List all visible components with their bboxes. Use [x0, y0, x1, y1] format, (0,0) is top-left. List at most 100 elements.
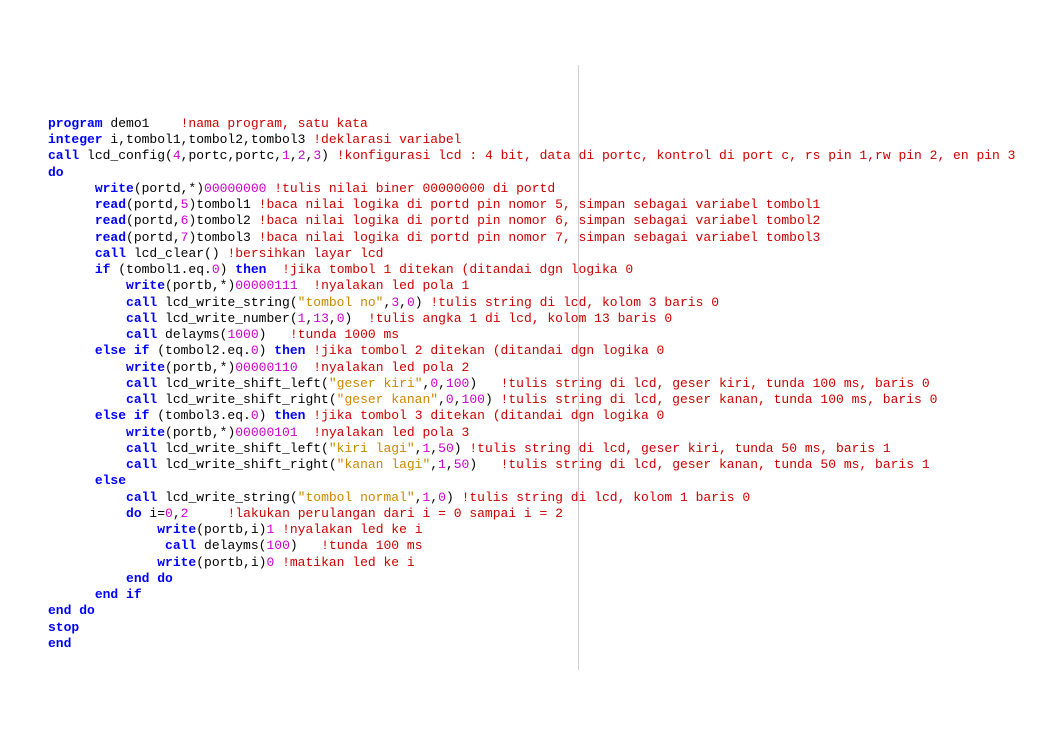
token-kw: write [126, 425, 165, 440]
token-kw: call [126, 392, 157, 407]
token-kw: read [95, 197, 126, 212]
token-id: (portb,*) [165, 360, 235, 375]
code-line[interactable]: call lcd_write_shift_left("kiri lagi",1,… [48, 441, 1059, 457]
code-line[interactable]: read(portd,7)tombol3 !baca nilai logika … [48, 230, 1059, 246]
code-line[interactable]: call delayms(1000) !tunda 1000 ms [48, 327, 1059, 343]
token-id: , [438, 376, 446, 391]
token-cm: !baca nilai logika di portd pin nomor 5,… [259, 197, 821, 212]
token-nm: 50 [438, 441, 454, 456]
token-id: delayms( [157, 327, 227, 342]
token-kw: integer [48, 132, 103, 147]
token-id: delayms( [196, 538, 266, 553]
token-cm: !tunda 1000 ms [290, 327, 399, 342]
code-line[interactable]: integer i,tombol1,tombol2,tombol3 !dekla… [48, 132, 1059, 148]
token-cm: !deklarasi variabel [313, 132, 461, 147]
token-kw: call [126, 376, 157, 391]
token-id: , [438, 392, 446, 407]
token-kw: call [126, 441, 157, 456]
code-line[interactable]: end [48, 636, 1059, 652]
token-id: lcd_config( [79, 148, 173, 163]
token-cm: !konfigurasi lcd : 4 bit, data di portc,… [337, 148, 1016, 163]
code-editor[interactable]: program demo1 !nama program, satu katain… [0, 65, 1059, 670]
token-kw: call [165, 538, 196, 553]
code-line[interactable]: end if [48, 587, 1059, 603]
code-line[interactable]: call lcd_write_string("tombol normal",1,… [48, 490, 1059, 506]
code-body: program demo1 !nama program, satu katain… [48, 116, 1059, 652]
code-line[interactable]: call delayms(100) !tunda 100 ms [48, 538, 1059, 554]
code-line[interactable]: call lcd_config(4,portc,portc,1,2,3) !ko… [48, 148, 1059, 164]
code-line[interactable]: write(portb,*)00000101 !nyalakan led pol… [48, 425, 1059, 441]
code-line[interactable]: else if (tombol2.eq.0) then !jika tombol… [48, 343, 1059, 359]
token-nm: 1000 [227, 327, 258, 342]
token-cm: !tulis string di lcd, kolom 1 baris 0 [462, 490, 751, 505]
token-id: , [430, 490, 438, 505]
token-id: ) [259, 343, 275, 358]
token-id [188, 506, 227, 521]
code-line[interactable]: program demo1 !nama program, satu kata [48, 116, 1059, 132]
token-id: i= [142, 506, 165, 521]
token-id: (portd, [126, 213, 181, 228]
code-line[interactable]: write(portb,i)1 !nyalakan led ke i [48, 522, 1059, 538]
token-cm: !jika tombol 2 ditekan (ditandai dgn log… [313, 343, 664, 358]
token-nm: 0 [251, 343, 259, 358]
token-nm: 00000000 [204, 181, 266, 196]
token-nm: 0 [438, 490, 446, 505]
token-kw: read [95, 213, 126, 228]
code-line[interactable]: do i=0,2 !lakukan perulangan dari i = 0 … [48, 506, 1059, 522]
token-cm: !jika tombol 1 ditekan (ditandai dgn log… [282, 262, 633, 277]
token-kw: else if [95, 408, 150, 423]
token-nm: 0 [251, 408, 259, 423]
code-line[interactable]: call lcd_write_shift_right("kanan lagi",… [48, 457, 1059, 473]
code-line[interactable]: write(portb,*)00000110 !nyalakan led pol… [48, 360, 1059, 376]
token-nm: 100 [446, 376, 469, 391]
code-line[interactable]: stop [48, 620, 1059, 636]
code-line[interactable]: write(portb,i)0 !matikan led ke i [48, 555, 1059, 571]
token-id: , [454, 392, 462, 407]
code-line[interactable]: do [48, 165, 1059, 181]
token-kw: call [126, 457, 157, 472]
code-line[interactable]: end do [48, 603, 1059, 619]
token-kw: call [126, 490, 157, 505]
token-st: "geser kiri" [329, 376, 423, 391]
token-id: ) [469, 457, 500, 472]
token-kw: call [48, 148, 79, 163]
token-id: , [329, 311, 337, 326]
code-line[interactable]: call lcd_write_shift_left("geser kiri",0… [48, 376, 1059, 392]
code-line[interactable]: write(portb,*)00000111 !nyalakan led pol… [48, 278, 1059, 294]
token-id [298, 425, 314, 440]
token-id: (portb,*) [165, 425, 235, 440]
token-id: ) [415, 295, 431, 310]
token-id: ) [321, 148, 337, 163]
token-id: ) [485, 392, 501, 407]
token-kw: stop [48, 620, 79, 635]
token-kw: write [95, 181, 134, 196]
code-line[interactable]: end do [48, 571, 1059, 587]
code-line[interactable]: call lcd_write_number(1,13,0) !tulis ang… [48, 311, 1059, 327]
token-cm: !baca nilai logika di portd pin nomor 6,… [259, 213, 821, 228]
token-kw: then [274, 343, 305, 358]
token-id: lcd_write_shift_left( [157, 441, 329, 456]
token-id: )tombol1 [188, 197, 258, 212]
token-nm: 13 [313, 311, 329, 326]
code-line[interactable]: call lcd_write_shift_right("geser kanan"… [48, 392, 1059, 408]
code-line[interactable]: if (tombol1.eq.0) then !jika tombol 1 di… [48, 262, 1059, 278]
code-line[interactable]: call lcd_clear() !bersihkan layar lcd [48, 246, 1059, 262]
code-line[interactable]: call lcd_write_string("tombol no",3,0) !… [48, 295, 1059, 311]
token-nm: 00000111 [235, 278, 297, 293]
token-cm: !tulis nilai biner 00000000 di portd [274, 181, 555, 196]
token-nm: 00000101 [235, 425, 297, 440]
token-cm: !bersihkan layar lcd [227, 246, 383, 261]
token-id: ) [469, 376, 500, 391]
code-line[interactable]: read(portd,6)tombol2 !baca nilai logika … [48, 213, 1059, 229]
code-line[interactable]: else if (tombol3.eq.0) then !jika tombol… [48, 408, 1059, 424]
token-st: "kiri lagi" [329, 441, 415, 456]
token-nm: 1 [282, 148, 290, 163]
token-id: , [290, 148, 298, 163]
token-nm: 100 [266, 538, 289, 553]
token-id: , [415, 490, 423, 505]
token-st: "tombol normal" [298, 490, 415, 505]
token-id: ) [446, 490, 462, 505]
code-line[interactable]: else [48, 473, 1059, 489]
code-line[interactable]: write(portd,*)00000000 !tulis nilai bine… [48, 181, 1059, 197]
code-line[interactable]: read(portd,5)tombol1 !baca nilai logika … [48, 197, 1059, 213]
